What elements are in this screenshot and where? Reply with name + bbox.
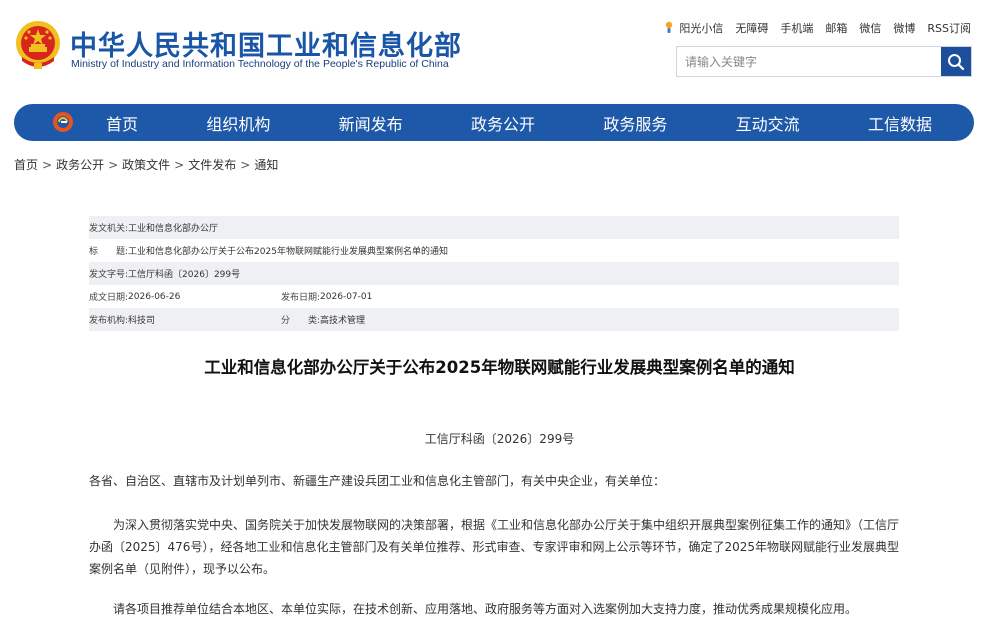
nav-item-gov-services[interactable]: 政务服务 bbox=[603, 111, 667, 135]
info-org: 科技司 bbox=[128, 316, 156, 326]
national-emblem-icon[interactable] bbox=[14, 19, 62, 71]
info-row-title: 标 题: 工业和信息化部办公厅关于公布2025年物联网赋能行业发展典型案例名单的通… bbox=[89, 239, 899, 262]
nav-item-data[interactable]: 工信数据 bbox=[868, 111, 932, 135]
info-label: 标 题: bbox=[89, 247, 129, 257]
search-icon bbox=[948, 53, 965, 70]
info-written-cell: 成文日期: 2026-06-26 bbox=[89, 290, 281, 304]
info-docno: 工信厅科函〔2026〕299号 bbox=[128, 270, 241, 280]
toplink-wechat[interactable]: 微信 bbox=[859, 20, 881, 36]
article-doc-number: 工信厅科函〔2026〕299号 bbox=[424, 432, 575, 446]
info-row-docno: 发文字号: 工信厅科函〔2026〕299号 bbox=[89, 262, 899, 285]
toplink-label: 阳光小信 bbox=[679, 22, 724, 35]
info-title: 工业和信息化部办公厅关于公布2025年物联网赋能行业发展典型案例名单的通知 bbox=[128, 247, 448, 257]
toplink-mobile[interactable]: 手机端 bbox=[780, 20, 813, 36]
article-paragraph-1: 为深入贯彻落实党中央、国务院关于加快发展物联网的决策部署，根据《工业和信息化部办… bbox=[89, 518, 900, 576]
info-org-cell: 发布机构: 科技司 bbox=[89, 313, 281, 326]
info-label: 分 类: bbox=[281, 316, 321, 326]
main-nav: 首页 组织机构 新闻发布 政务公开 政务服务 互动交流 工信数据 bbox=[14, 104, 974, 141]
info-issuer: 工业和信息化部办公厅 bbox=[128, 224, 219, 234]
article-title: 工业和信息化部办公厅关于公布2025年物联网赋能行业发展典型案例名单的通知 bbox=[204, 358, 795, 377]
info-category-cell: 分 类: 高技术管理 bbox=[281, 313, 365, 326]
info-row-issuer: 发文机关: 工业和信息化部办公厅 bbox=[89, 216, 899, 239]
nav-item-news[interactable]: 新闻发布 bbox=[339, 111, 403, 135]
info-row-dates: 成文日期: 2026-06-26 发布日期: 2026-07-01 bbox=[89, 285, 899, 308]
search-input[interactable] bbox=[677, 47, 941, 76]
site-header: 中华人民共和国工业和信息化部 Ministry of Industry and … bbox=[0, 0, 999, 100]
toplink-accessibility[interactable]: 无障碍 bbox=[735, 20, 768, 36]
nav-item-interaction[interactable]: 互动交流 bbox=[736, 111, 800, 135]
document-info-table: 发文机关: 工业和信息化部办公厅 标 题: 工业和信息化部办公厅关于公布2025年物… bbox=[89, 216, 899, 331]
article-salutation: 各省、自治区、直辖市及计划单列市、新疆生产建设兵团工业和信息化主管部门，有关中央… bbox=[89, 474, 666, 488]
nav-item-gov-affairs[interactable]: 政务公开 bbox=[471, 111, 535, 135]
breadcrumb-policy[interactable]: 政策文件 bbox=[122, 158, 170, 172]
info-published-cell: 发布日期: 2026-07-01 bbox=[281, 290, 373, 304]
sunshine-icon bbox=[666, 21, 673, 33]
breadcrumb-separator: > bbox=[42, 158, 53, 172]
breadcrumb-gov-affairs[interactable]: 政务公开 bbox=[56, 158, 104, 172]
info-label: 成文日期: bbox=[89, 293, 129, 303]
search-box bbox=[676, 46, 972, 77]
info-written-date: 2026-06-26 bbox=[128, 291, 181, 302]
toplink-sunshine[interactable]: 阳光小信 bbox=[662, 20, 723, 36]
breadcrumb: 首页 > 政务公开 > 政策文件 > 文件发布 > 通知 bbox=[14, 156, 278, 173]
info-category: 高技术管理 bbox=[320, 316, 366, 326]
info-label: 发文字号: bbox=[89, 270, 129, 280]
nav-items: 首页 组织机构 新闻发布 政务公开 政务服务 互动交流 工信数据 bbox=[76, 104, 960, 141]
info-label: 发文机关: bbox=[89, 224, 129, 234]
info-label: 发布日期: bbox=[281, 293, 321, 303]
top-links: 阳光小信 无障碍 手机端 邮箱 微信 微博 RSS订阅 bbox=[662, 20, 971, 36]
breadcrumb-separator: > bbox=[240, 158, 251, 172]
nav-item-home[interactable]: 首页 bbox=[106, 111, 138, 135]
toplink-weibo[interactable]: 微博 bbox=[893, 20, 915, 36]
miit-logo-icon[interactable] bbox=[52, 111, 74, 133]
toplink-rss[interactable]: RSS订阅 bbox=[927, 20, 971, 36]
breadcrumb-documents[interactable]: 文件发布 bbox=[188, 158, 236, 172]
breadcrumb-separator: > bbox=[174, 158, 185, 172]
info-row-org: 发布机构: 科技司 分 类: 高技术管理 bbox=[89, 308, 899, 331]
breadcrumb-notice[interactable]: 通知 bbox=[254, 158, 278, 172]
info-label: 发布机构: bbox=[89, 316, 129, 326]
search-button[interactable] bbox=[941, 47, 971, 76]
site-subtitle: Ministry of Industry and Information Tec… bbox=[71, 58, 449, 70]
info-published-date: 2026-07-01 bbox=[320, 291, 373, 302]
article-paragraph-2: 请各项目推荐单位结合本地区、本单位实际，在技术创新、应用落地、政府服务等方面对入… bbox=[113, 602, 858, 616]
toplink-mail[interactable]: 邮箱 bbox=[825, 20, 847, 36]
nav-item-organization[interactable]: 组织机构 bbox=[206, 111, 270, 135]
breadcrumb-home[interactable]: 首页 bbox=[14, 158, 38, 172]
breadcrumb-separator: > bbox=[108, 158, 119, 172]
